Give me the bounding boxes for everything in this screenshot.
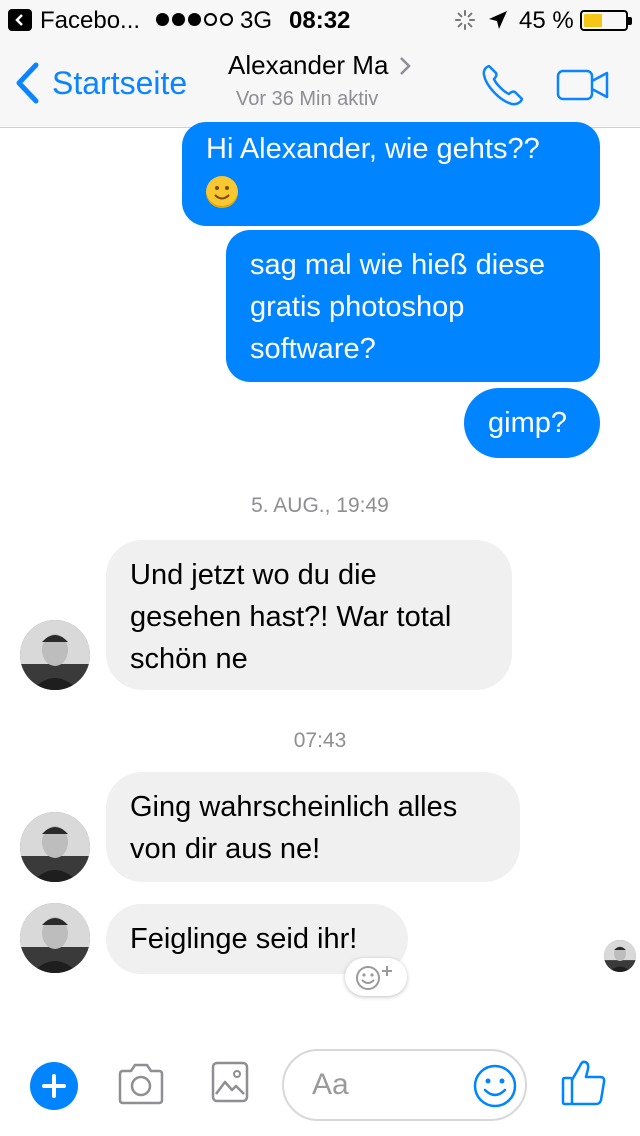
battery-percent: 45 % [519, 7, 574, 34]
outgoing-message-1[interactable]: Hi Alexander, wie gehts?? [182, 122, 600, 226]
outgoing-message-3[interactable]: gimp? [464, 388, 600, 458]
smiley-emoji-icon [206, 176, 238, 209]
avatar[interactable] [20, 620, 90, 690]
video-camera-icon[interactable] [556, 68, 610, 102]
location-arrow-icon [489, 11, 507, 29]
avatar[interactable] [20, 812, 90, 882]
activity-spinner-icon [455, 10, 475, 30]
message-text: gimp? [488, 407, 567, 439]
network-type: 3G [240, 7, 273, 34]
back-to-app-icon[interactable] [8, 9, 32, 31]
message-text: Und jetzt wo du die [130, 559, 377, 591]
timestamp-divider: 5. AUG., 19:49 [251, 494, 389, 517]
source-app-name[interactable]: Facebo... [40, 7, 140, 35]
avatar[interactable] [20, 903, 90, 973]
image-icon[interactable] [210, 1060, 250, 1104]
phone-icon[interactable] [480, 62, 526, 108]
incoming-message-1[interactable]: Und jetzt wo du die gesehen hast?! War t… [106, 540, 512, 690]
battery-icon [580, 10, 632, 31]
signal-strength-icon [156, 13, 233, 26]
message-text: schön ne [130, 643, 248, 675]
message-text: von dir aus ne! [130, 833, 321, 865]
message-text: Hi Alexander, wie gehts?? [206, 133, 540, 165]
message-input-container[interactable] [282, 1049, 527, 1121]
battery-fill [584, 14, 602, 27]
incoming-message-2[interactable]: Ging wahrscheinlich alles von dir aus ne… [106, 772, 520, 882]
back-button[interactable]: Startseite [14, 62, 187, 104]
message-text: Feiglinge seid ihr! [130, 923, 358, 955]
plus-icon [42, 1074, 66, 1098]
smiley-icon[interactable] [472, 1063, 518, 1109]
message-text: gesehen hast?! War total [130, 601, 452, 633]
timestamp-divider: 07:43 [293, 729, 347, 752]
outgoing-message-2[interactable]: sag mal wie hieß diese gratis photoshop … [226, 230, 600, 382]
back-button-label: Startseite [52, 64, 188, 101]
conversation-header: Startseite Alexander Ma Vor 36 Min aktiv [0, 40, 640, 128]
thumbs-up-icon[interactable] [560, 1058, 608, 1108]
message-input[interactable] [312, 1065, 462, 1105]
message-text: software? [250, 333, 376, 365]
contact-name-text: Alexander Ma [228, 50, 389, 80]
add-reaction-button[interactable] [345, 958, 407, 996]
more-options-button[interactable] [30, 1062, 78, 1110]
read-receipt-avatar [604, 940, 636, 972]
status-bar: Facebo... 3G 08:32 45 % [0, 0, 640, 40]
contact-name[interactable]: Alexander Ma [228, 50, 412, 81]
status-time: 08:32 [289, 7, 351, 34]
back-chevron-icon [16, 62, 39, 104]
message-text: sag mal wie hieß diese [250, 249, 545, 281]
camera-icon[interactable] [116, 1062, 166, 1106]
message-composer [0, 1036, 640, 1136]
message-text: Ging wahrscheinlich alles [130, 791, 458, 823]
add-reaction-icon [356, 966, 392, 990]
message-text: gratis photoshop [250, 291, 465, 323]
chevron-right-icon [400, 56, 412, 75]
active-status: Vor 36 Min aktiv [236, 88, 379, 110]
